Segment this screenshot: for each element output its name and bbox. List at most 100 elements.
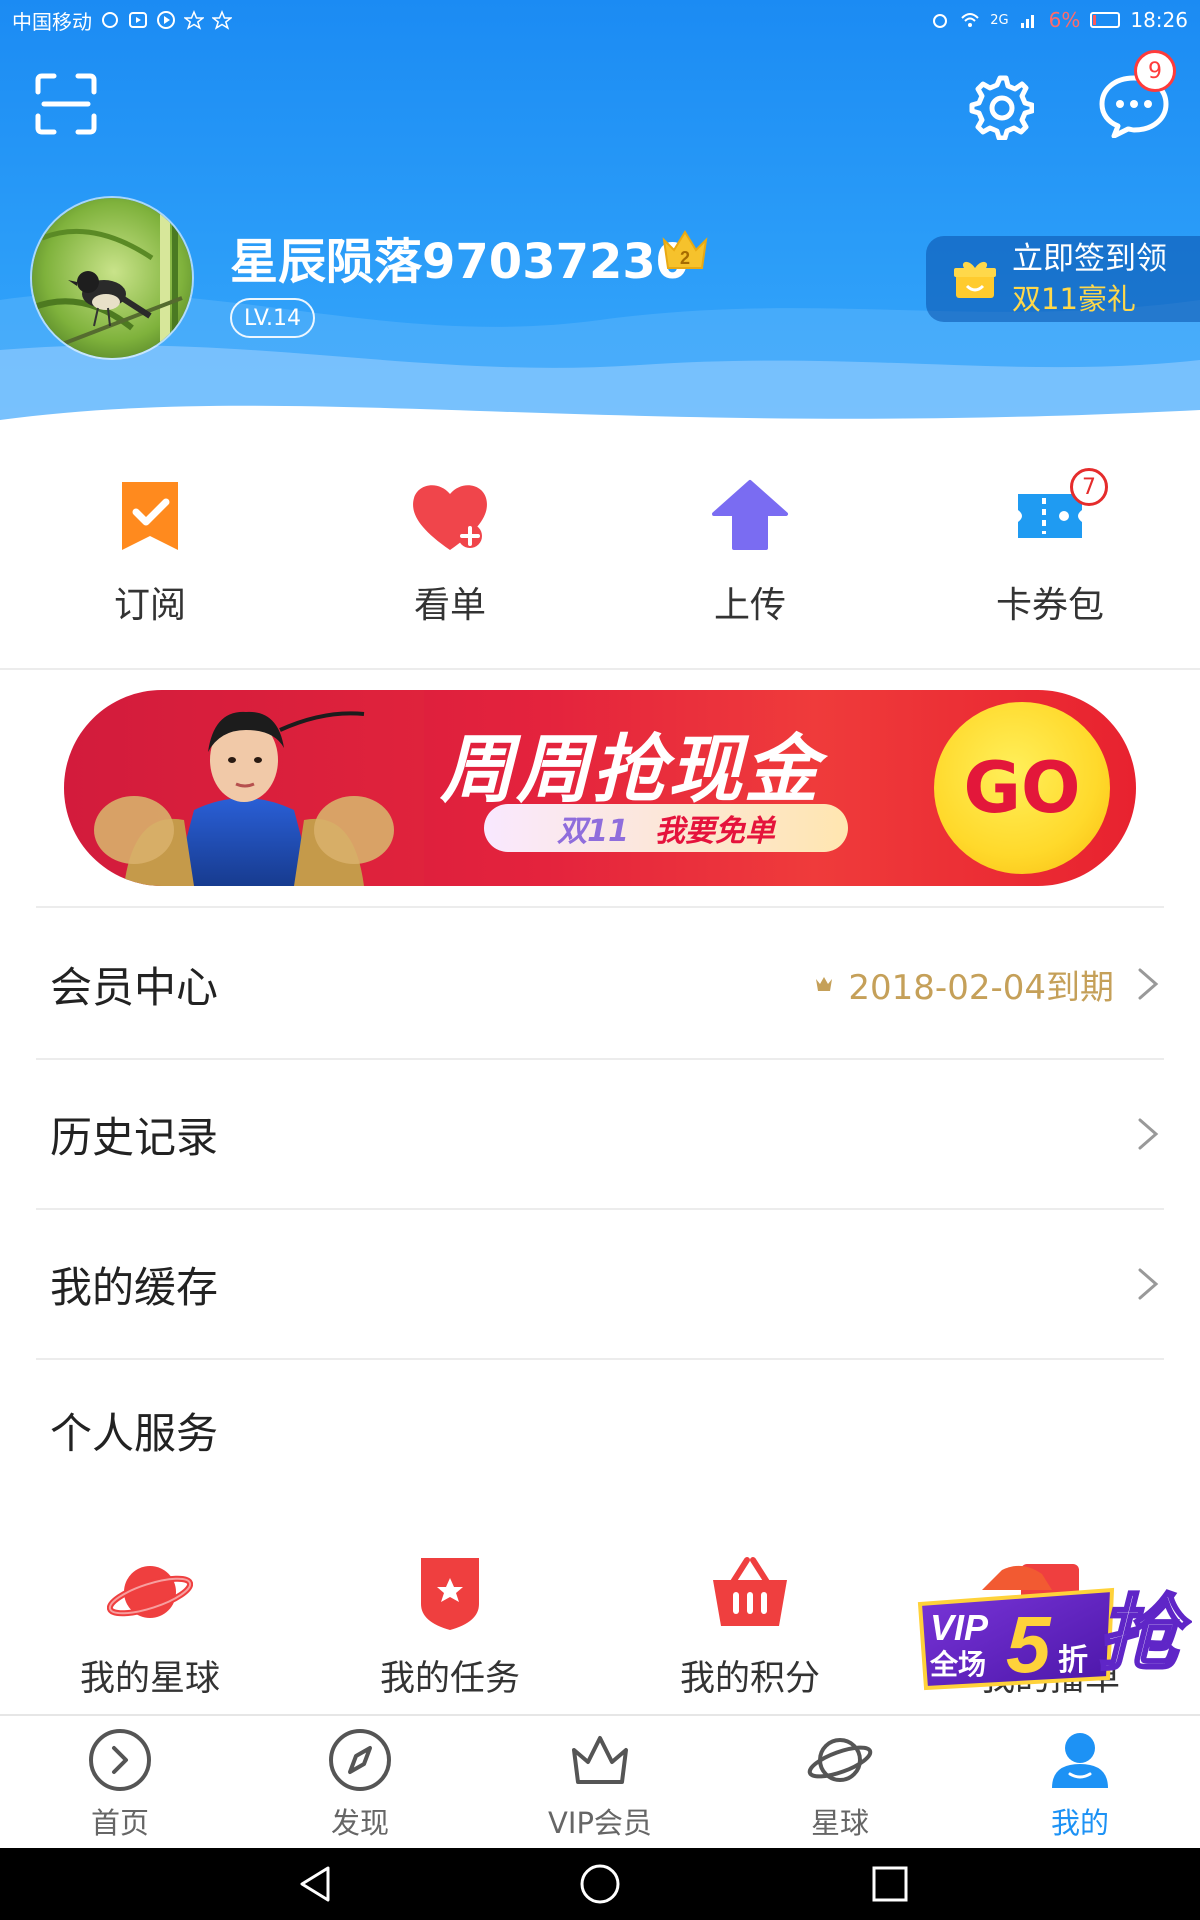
crown-icon — [572, 1736, 628, 1784]
task-shield-icon — [421, 1558, 479, 1630]
star-icon — [184, 10, 204, 30]
banner-subtitle: 我要免单 — [654, 814, 775, 849]
banner-tag: 双11 — [557, 814, 629, 849]
heart-plus-icon — [413, 485, 487, 550]
vip-crown-badge: 2 — [660, 228, 710, 274]
tab-home-label: 首页 — [90, 1806, 149, 1840]
avatar[interactable] — [30, 196, 194, 360]
level-badge: LV.14 — [230, 298, 316, 338]
tab-home[interactable]: 首页 — [0, 1716, 240, 1848]
my-planet-label: 我的星球 — [79, 1659, 220, 1699]
actress-promo-figure — [64, 690, 424, 886]
vip-discount-sticker[interactable]: VIP 全场 5 折 抢 — [912, 1560, 1192, 1696]
history-label: 历史记录 — [50, 1112, 219, 1162]
vip-center-label: 会员中心 — [50, 962, 219, 1012]
tab-profile[interactable]: 我的 — [960, 1716, 1200, 1848]
chevron-right-icon — [1138, 968, 1159, 1000]
my-points-label: 我的积分 — [679, 1659, 820, 1699]
recent-apps-square-icon[interactable] — [870, 1864, 910, 1904]
subscribe-button[interactable]: 订阅 — [0, 470, 300, 640]
vip-center-row[interactable]: 会员中心 2018-02-04到期 — [36, 910, 1164, 1060]
bookmark-check-icon — [122, 482, 178, 550]
upload-button[interactable]: 上传 — [600, 470, 900, 640]
video-app-icon — [128, 10, 148, 30]
my-planet-button[interactable]: 我的星球 — [0, 1552, 300, 1702]
personal-services-heading: 个人服务 — [50, 1409, 219, 1458]
system-navigation-bar — [0, 1848, 1200, 1920]
basket-icon — [713, 1557, 787, 1626]
vip-crown-number: 2 — [680, 248, 690, 268]
cache-row[interactable]: 我的缓存 — [36, 1210, 1164, 1360]
settings-button[interactable] — [966, 72, 1035, 141]
message-count-badge: 9 — [1134, 50, 1176, 92]
vip-sticker-suffix: 折 — [1058, 1644, 1088, 1677]
banner-go-button[interactable]: GO — [934, 702, 1110, 874]
tab-vip[interactable]: VIP会员 — [480, 1716, 720, 1848]
scan-button[interactable] — [34, 72, 98, 136]
tab-discover-label: 发现 — [330, 1806, 389, 1840]
sign-in-line2: 双11豪礼 — [1012, 282, 1136, 316]
gear-icon — [969, 75, 1035, 141]
tab-planet-label: 星球 — [810, 1806, 869, 1840]
bird-photo-avatar — [32, 198, 192, 358]
vip-sticker-vip: VIP — [930, 1607, 989, 1648]
status-bar: 中国移动 2G 6% 18:26 — [0, 0, 1200, 40]
crown-icon: 2 — [662, 230, 708, 269]
play-circle-icon — [89, 1729, 151, 1791]
subscribe-label: 订阅 — [113, 585, 186, 626]
battery-icon — [1090, 12, 1121, 28]
header-wave-decoration — [0, 293, 1200, 440]
back-triangle-icon[interactable] — [294, 1862, 338, 1906]
scan-icon — [35, 73, 97, 135]
user-icon — [1052, 1733, 1108, 1788]
battery-percent: 6% — [1048, 8, 1081, 32]
signal-icon — [1019, 10, 1039, 30]
banner-title: 周周抢现金 — [440, 727, 820, 813]
history-row[interactable]: 历史记录 — [36, 1060, 1164, 1210]
star-icon — [212, 10, 232, 30]
clock: 18:26 — [1130, 8, 1188, 32]
home-circle-icon[interactable] — [578, 1862, 622, 1906]
network-type: 2G — [990, 12, 1009, 28]
vip-sticker-line2: 全场 — [929, 1648, 986, 1680]
profile-header: 中国移动 2G 6% 18:26 9 星辰陨落97037230 2 LV.14 … — [0, 0, 1200, 440]
sign-in-reward-button[interactable]: 立即签到领 双11豪礼 — [926, 236, 1200, 322]
chevron-right-icon — [1138, 1268, 1159, 1300]
quick-actions: 订阅 看单 上传 卡券包 7 — [0, 468, 1200, 640]
cache-label: 我的缓存 — [50, 1262, 219, 1312]
compass-icon — [329, 1729, 391, 1791]
watchlist-button[interactable]: 看单 — [300, 470, 600, 640]
divider — [0, 668, 1200, 670]
gift-icon — [954, 261, 996, 298]
notification-icon — [100, 10, 120, 30]
sign-in-line1: 立即签到领 — [1012, 241, 1167, 277]
upload-label: 上传 — [713, 585, 786, 626]
vip-sticker-grab: 抢 — [1098, 1589, 1191, 1680]
divider — [36, 906, 1164, 908]
username: 星辰陨落97037230 — [230, 234, 690, 290]
tab-discover[interactable]: 发现 — [240, 1716, 480, 1848]
coupon-count-badge: 7 — [1070, 468, 1108, 506]
vip-expiry-date: 2018-02-04到期 — [848, 967, 1114, 1008]
vip-sticker-big: 5 — [1006, 1600, 1052, 1689]
upload-arrow-icon — [712, 480, 788, 550]
my-tasks-button[interactable]: 我的任务 — [300, 1552, 600, 1702]
banner-subtitle-pill: 双11 我要免单 — [484, 804, 848, 852]
planet-icon — [807, 1738, 873, 1782]
planet-icon — [107, 1566, 193, 1618]
carrier-name: 中国移动 — [12, 9, 92, 34]
coupon-wallet-button[interactable]: 卡券包 7 — [900, 468, 1200, 640]
my-points-button[interactable]: 我的积分 — [600, 1552, 900, 1702]
my-tasks-label: 我的任务 — [379, 1659, 520, 1699]
promo-banner[interactable]: 周周抢现金 双11 我要免单 GO — [64, 690, 1136, 886]
coupon-wallet-label: 卡券包 — [995, 585, 1104, 626]
bottom-tab-bar: 首页 发现 VIP会员 星球 我的 — [0, 1714, 1200, 1848]
wifi-icon — [960, 10, 980, 30]
tab-planet[interactable]: 星球 — [720, 1716, 960, 1848]
watchlist-label: 看单 — [413, 585, 486, 626]
small-crown-icon — [816, 977, 833, 991]
chevron-right-icon — [1138, 1118, 1159, 1150]
tab-vip-label: VIP会员 — [548, 1806, 652, 1840]
play-app-icon — [156, 10, 176, 30]
alarm-icon — [930, 10, 950, 30]
